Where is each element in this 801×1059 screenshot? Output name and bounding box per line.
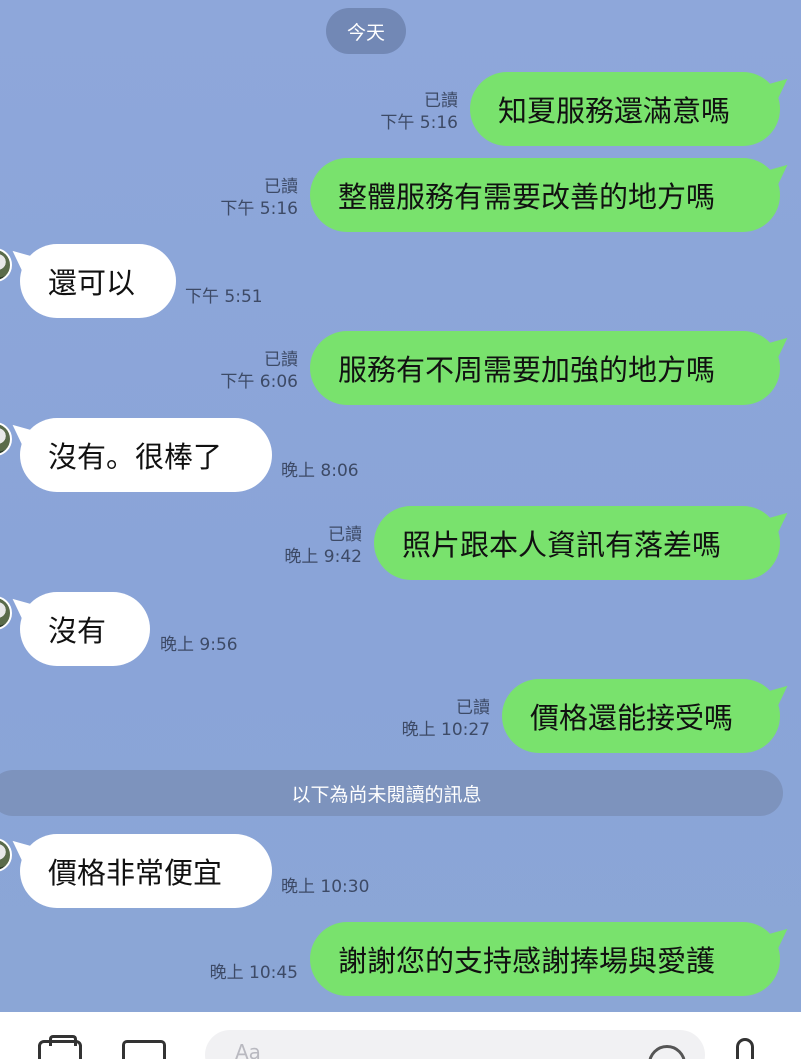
message-text: 謝謝您的支持感謝捧場與愛護: [338, 944, 716, 978]
outgoing-message-bubble[interactable]: 照片跟本人資訊有落差嗎: [374, 506, 780, 580]
outgoing-message-bubble[interactable]: 謝謝您的支持感謝捧場與愛護: [310, 922, 780, 996]
message-text: 照片跟本人資訊有落差嗎: [402, 528, 722, 562]
message-text: 沒有。很棒了: [48, 440, 223, 474]
chat-area[interactable]: 今天 已讀 下午 5:16 知夏服務還滿意嗎 已讀 下午 5:16 整體服務有需…: [0, 0, 801, 1012]
message-text: 知夏服務還滿意嗎: [498, 94, 731, 128]
message-time: 晚上 9:56: [160, 635, 238, 655]
outgoing-message-bubble[interactable]: 價格還能接受嗎: [502, 679, 780, 753]
message-text: 服務有不周需要加強的地方嗎: [338, 353, 716, 387]
message-read-status: 已讀 下午 5:16: [380, 91, 458, 133]
date-chip: 今天: [326, 8, 406, 54]
message-toolbar: Aa: [0, 1012, 801, 1059]
message-text: 沒有: [48, 614, 107, 648]
message-text: 價格非常便宜: [48, 856, 223, 890]
message-text: 還可以: [48, 266, 136, 300]
incoming-message-bubble[interactable]: 沒有。很棒了: [20, 418, 272, 492]
message-read-status: 已讀 下午 6:06: [220, 350, 298, 392]
message-time: 下午 5:51: [185, 287, 263, 307]
outgoing-message-bubble[interactable]: 服務有不周需要加強的地方嗎: [310, 331, 780, 405]
message-time: 晚上 10:45: [209, 963, 298, 983]
incoming-message-bubble[interactable]: 沒有: [20, 592, 150, 666]
message-time: 晚上 8:06: [281, 461, 359, 481]
outgoing-message-bubble[interactable]: 知夏服務還滿意嗎: [470, 72, 780, 146]
message-read-status: 已讀 晚上 9:42: [284, 525, 362, 567]
incoming-message-bubble[interactable]: 價格非常便宜: [20, 834, 272, 908]
message-input[interactable]: Aa: [205, 1030, 705, 1059]
camera-icon[interactable]: [38, 1035, 82, 1059]
incoming-message-bubble[interactable]: 還可以: [20, 244, 176, 318]
message-time: 晚上 10:30: [281, 877, 370, 897]
message-read-status: 已讀 下午 5:16: [220, 177, 298, 219]
message-read-status: 已讀 晚上 10:27: [401, 698, 490, 740]
message-text: 價格還能接受嗎: [530, 701, 734, 735]
message-text: 整體服務有需要改善的地方嗎: [338, 180, 716, 214]
outgoing-message-bubble[interactable]: 整體服務有需要改善的地方嗎: [310, 158, 780, 232]
unread-messages-divider: 以下為尚未閱讀的訊息: [0, 770, 783, 816]
microphone-icon[interactable]: [736, 1038, 754, 1059]
image-icon[interactable]: [122, 1040, 166, 1059]
